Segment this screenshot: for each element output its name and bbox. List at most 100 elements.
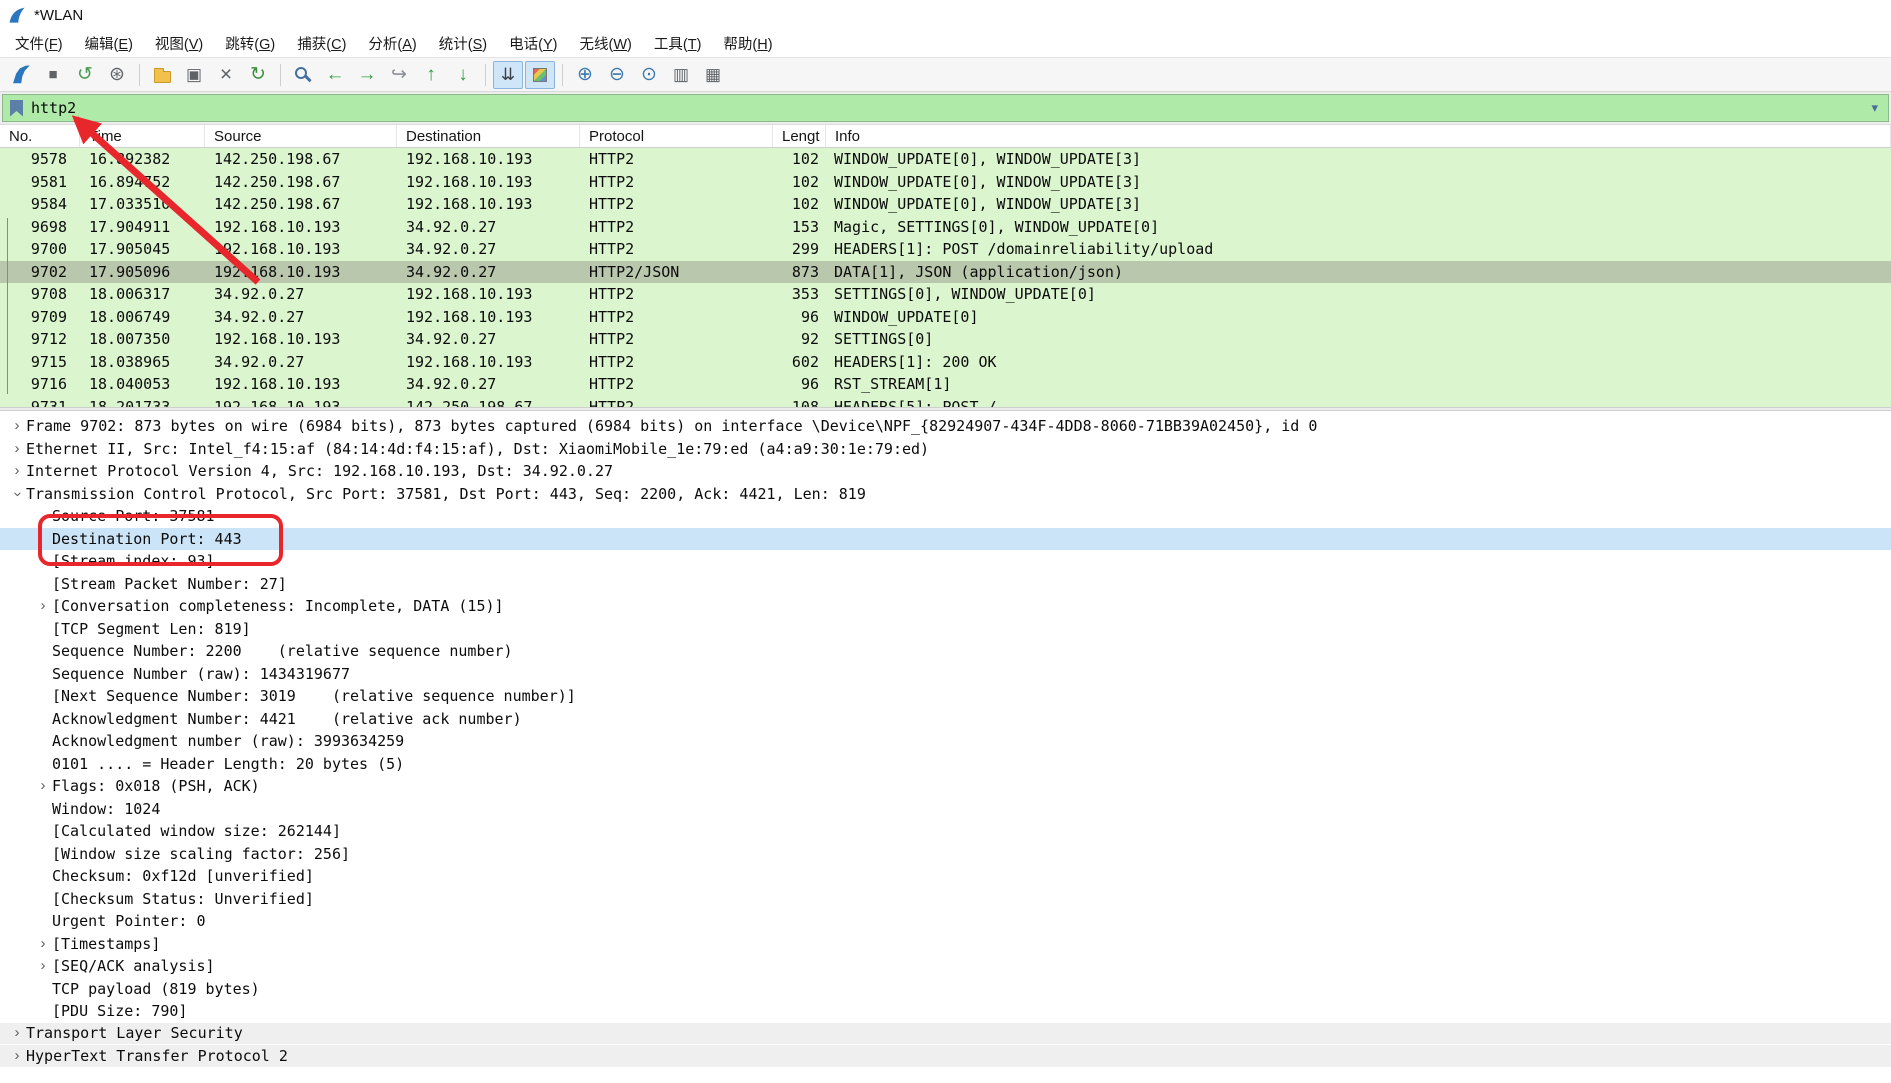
colorize-icon[interactable] <box>525 61 555 89</box>
packet-row-9700[interactable]: 970017.905045192.168.10.19334.92.0.27HTT… <box>0 238 1891 261</box>
find-packet-icon[interactable] <box>288 61 318 89</box>
save-file-icon: ▣ <box>186 66 202 83</box>
go-to-packet-icon[interactable]: ↪ <box>384 61 414 89</box>
detail-line[interactable]: Acknowledgment number (raw): 3993634259 <box>0 730 1891 753</box>
packet-row-9709[interactable]: 970918.00674934.92.0.27192.168.10.193HTT… <box>0 306 1891 329</box>
detail-line[interactable]: Sequence Number (raw): 1434319677 <box>0 663 1891 686</box>
expander-icon[interactable]: › <box>34 955 52 978</box>
display-filter-input[interactable] <box>31 95 1861 121</box>
save-file-icon[interactable]: ▣ <box>179 61 209 89</box>
detail-line[interactable]: ›[Timestamps] <box>0 933 1891 956</box>
detail-line[interactable]: [TCP Segment Len: 819] <box>0 618 1891 641</box>
autoscroll-icon[interactable]: ⇊ <box>493 61 523 89</box>
detail-line[interactable]: ›Transmission Control Protocol, Src Port… <box>0 483 1891 506</box>
filter-dropdown-icon[interactable]: ▾ <box>1861 100 1888 116</box>
detail-line[interactable]: Urgent Pointer: 0 <box>0 910 1891 933</box>
menu-item-statistics[interactable]: 统计(S) <box>428 29 498 58</box>
menu-item-tools[interactable]: 工具(T) <box>643 29 713 58</box>
go-forward-icon[interactable]: → <box>352 61 382 89</box>
menu-item-help[interactable]: 帮助(H) <box>712 29 783 58</box>
expander-icon[interactable]: › <box>8 415 26 438</box>
reload-icon[interactable]: ↻ <box>243 61 273 89</box>
column-header-info[interactable]: Info <box>826 125 1891 147</box>
detail-line[interactable]: Source Port: 37581 <box>0 505 1891 528</box>
cell-info: HEADERS[1]: POST /domainreliability/uplo… <box>826 240 1891 258</box>
packet-row-9581[interactable]: 958116.894752142.250.198.67192.168.10.19… <box>0 171 1891 194</box>
detail-line[interactable]: ›Internet Protocol Version 4, Src: 192.1… <box>0 460 1891 483</box>
stop-capture-icon[interactable]: ■ <box>38 61 68 89</box>
packet-row-9708[interactable]: 970818.00631734.92.0.27192.168.10.193HTT… <box>0 283 1891 306</box>
zoom-in-icon[interactable]: ⊕ <box>570 61 600 89</box>
start-capture-icon[interactable] <box>6 61 36 89</box>
restart-capture-icon[interactable]: ↺ <box>70 61 100 89</box>
expander-icon[interactable]: › <box>8 1022 26 1045</box>
expander-icon[interactable]: › <box>34 933 52 956</box>
go-back-icon[interactable]: ← <box>320 61 350 89</box>
packet-row-9702[interactable]: 970217.905096192.168.10.19334.92.0.27HTT… <box>0 261 1891 284</box>
menu-item-view[interactable]: 视图(V) <box>144 29 214 58</box>
zoom-out-icon[interactable]: ⊖ <box>602 61 632 89</box>
column-header-proto[interactable]: Protocol <box>580 125 773 147</box>
column-header-len[interactable]: Lengt <box>773 125 826 147</box>
expander-icon[interactable]: › <box>8 438 26 461</box>
detail-line[interactable]: ›Transport Layer Security <box>0 1023 1891 1046</box>
column-header-no[interactable]: No. <box>0 125 80 147</box>
packet-row-9715[interactable]: 971518.03896534.92.0.27192.168.10.193HTT… <box>0 351 1891 374</box>
packet-row-9584[interactable]: 958417.033510142.250.198.67192.168.10.19… <box>0 193 1891 216</box>
menu-item-file[interactable]: 文件(F) <box>4 29 74 58</box>
detail-line[interactable]: ›Ethernet II, Src: Intel_f4:15:af (84:14… <box>0 438 1891 461</box>
wireshark-logo-icon <box>8 6 27 25</box>
packet-row-9716[interactable]: 971618.040053192.168.10.19334.92.0.27HTT… <box>0 373 1891 396</box>
menu-item-edit[interactable]: 编辑(E) <box>74 29 144 58</box>
columns-grid-icon: ▦ <box>705 66 721 83</box>
menu-item-analyze[interactable]: 分析(A) <box>357 29 427 58</box>
expander-icon[interactable]: › <box>34 775 52 798</box>
detail-line[interactable]: Sequence Number: 2200 (relative sequence… <box>0 640 1891 663</box>
window-title: *WLAN <box>34 7 83 24</box>
go-last-icon[interactable]: ↓ <box>448 61 478 89</box>
zoom-normal-icon[interactable]: ⊙ <box>634 61 664 89</box>
capture-options-icon[interactable]: ⊛ <box>102 61 132 89</box>
display-filter-field[interactable]: ▾ <box>2 94 1889 122</box>
detail-line[interactable]: ›HyperText Transfer Protocol 2 <box>0 1045 1891 1068</box>
detail-line[interactable]: Checksum: 0xf12d [unverified] <box>0 865 1891 888</box>
close-file-icon[interactable]: × <box>211 61 241 89</box>
open-file-icon[interactable] <box>147 61 177 89</box>
columns-grid-icon[interactable]: ▦ <box>698 61 728 89</box>
detail-line[interactable]: Destination Port: 443 <box>0 528 1891 551</box>
detail-line[interactable]: 0101 .... = Header Length: 20 bytes (5) <box>0 753 1891 776</box>
detail-line[interactable]: ›Flags: 0x018 (PSH, ACK) <box>0 775 1891 798</box>
menu-item-go[interactable]: 跳转(G) <box>214 29 286 58</box>
go-first-icon[interactable]: ↑ <box>416 61 446 89</box>
detail-line[interactable]: [Stream index: 93] <box>0 550 1891 573</box>
detail-line[interactable]: [Checksum Status: Unverified] <box>0 888 1891 911</box>
detail-line[interactable]: Window: 1024 <box>0 798 1891 821</box>
detail-line[interactable]: [Calculated window size: 262144] <box>0 820 1891 843</box>
column-header-time[interactable]: Time <box>80 125 205 147</box>
packet-row-9731[interactable]: 973118.201733192.168.10.193142.250.198.6… <box>0 396 1891 408</box>
packet-row-9712[interactable]: 971218.007350192.168.10.19334.92.0.27HTT… <box>0 328 1891 351</box>
detail-line[interactable]: ›[SEQ/ACK analysis] <box>0 955 1891 978</box>
resize-columns-icon[interactable]: ▥ <box>666 61 696 89</box>
menu-item-capture[interactable]: 捕获(C) <box>286 29 357 58</box>
packet-row-9698[interactable]: 969817.904911192.168.10.19334.92.0.27HTT… <box>0 216 1891 239</box>
detail-line[interactable]: [Window size scaling factor: 256] <box>0 843 1891 866</box>
expander-icon[interactable]: › <box>8 460 26 483</box>
menu-item-telephony[interactable]: 电话(Y) <box>498 29 568 58</box>
detail-line[interactable]: [Stream Packet Number: 27] <box>0 573 1891 596</box>
menu-item-wireless[interactable]: 无线(W) <box>568 29 642 58</box>
detail-line[interactable]: [Next Sequence Number: 3019 (relative se… <box>0 685 1891 708</box>
expander-icon[interactable]: › <box>6 485 29 503</box>
detail-line[interactable]: [PDU Size: 790] <box>0 1000 1891 1023</box>
column-header-src[interactable]: Source <box>205 125 397 147</box>
column-header-dst[interactable]: Destination <box>397 125 580 147</box>
detail-line[interactable]: ›[Conversation completeness: Incomplete,… <box>0 595 1891 618</box>
cell-len: 102 <box>773 173 826 191</box>
detail-line[interactable]: TCP payload (819 bytes) <box>0 978 1891 1001</box>
filter-bookmark-icon[interactable] <box>10 100 23 117</box>
packet-row-9578[interactable]: 957816.892382142.250.198.67192.168.10.19… <box>0 148 1891 171</box>
detail-line[interactable]: ›Frame 9702: 873 bytes on wire (6984 bit… <box>0 415 1891 438</box>
expander-icon[interactable]: › <box>34 595 52 618</box>
detail-line[interactable]: Acknowledgment Number: 4421 (relative ac… <box>0 708 1891 731</box>
expander-icon[interactable]: › <box>8 1045 26 1068</box>
